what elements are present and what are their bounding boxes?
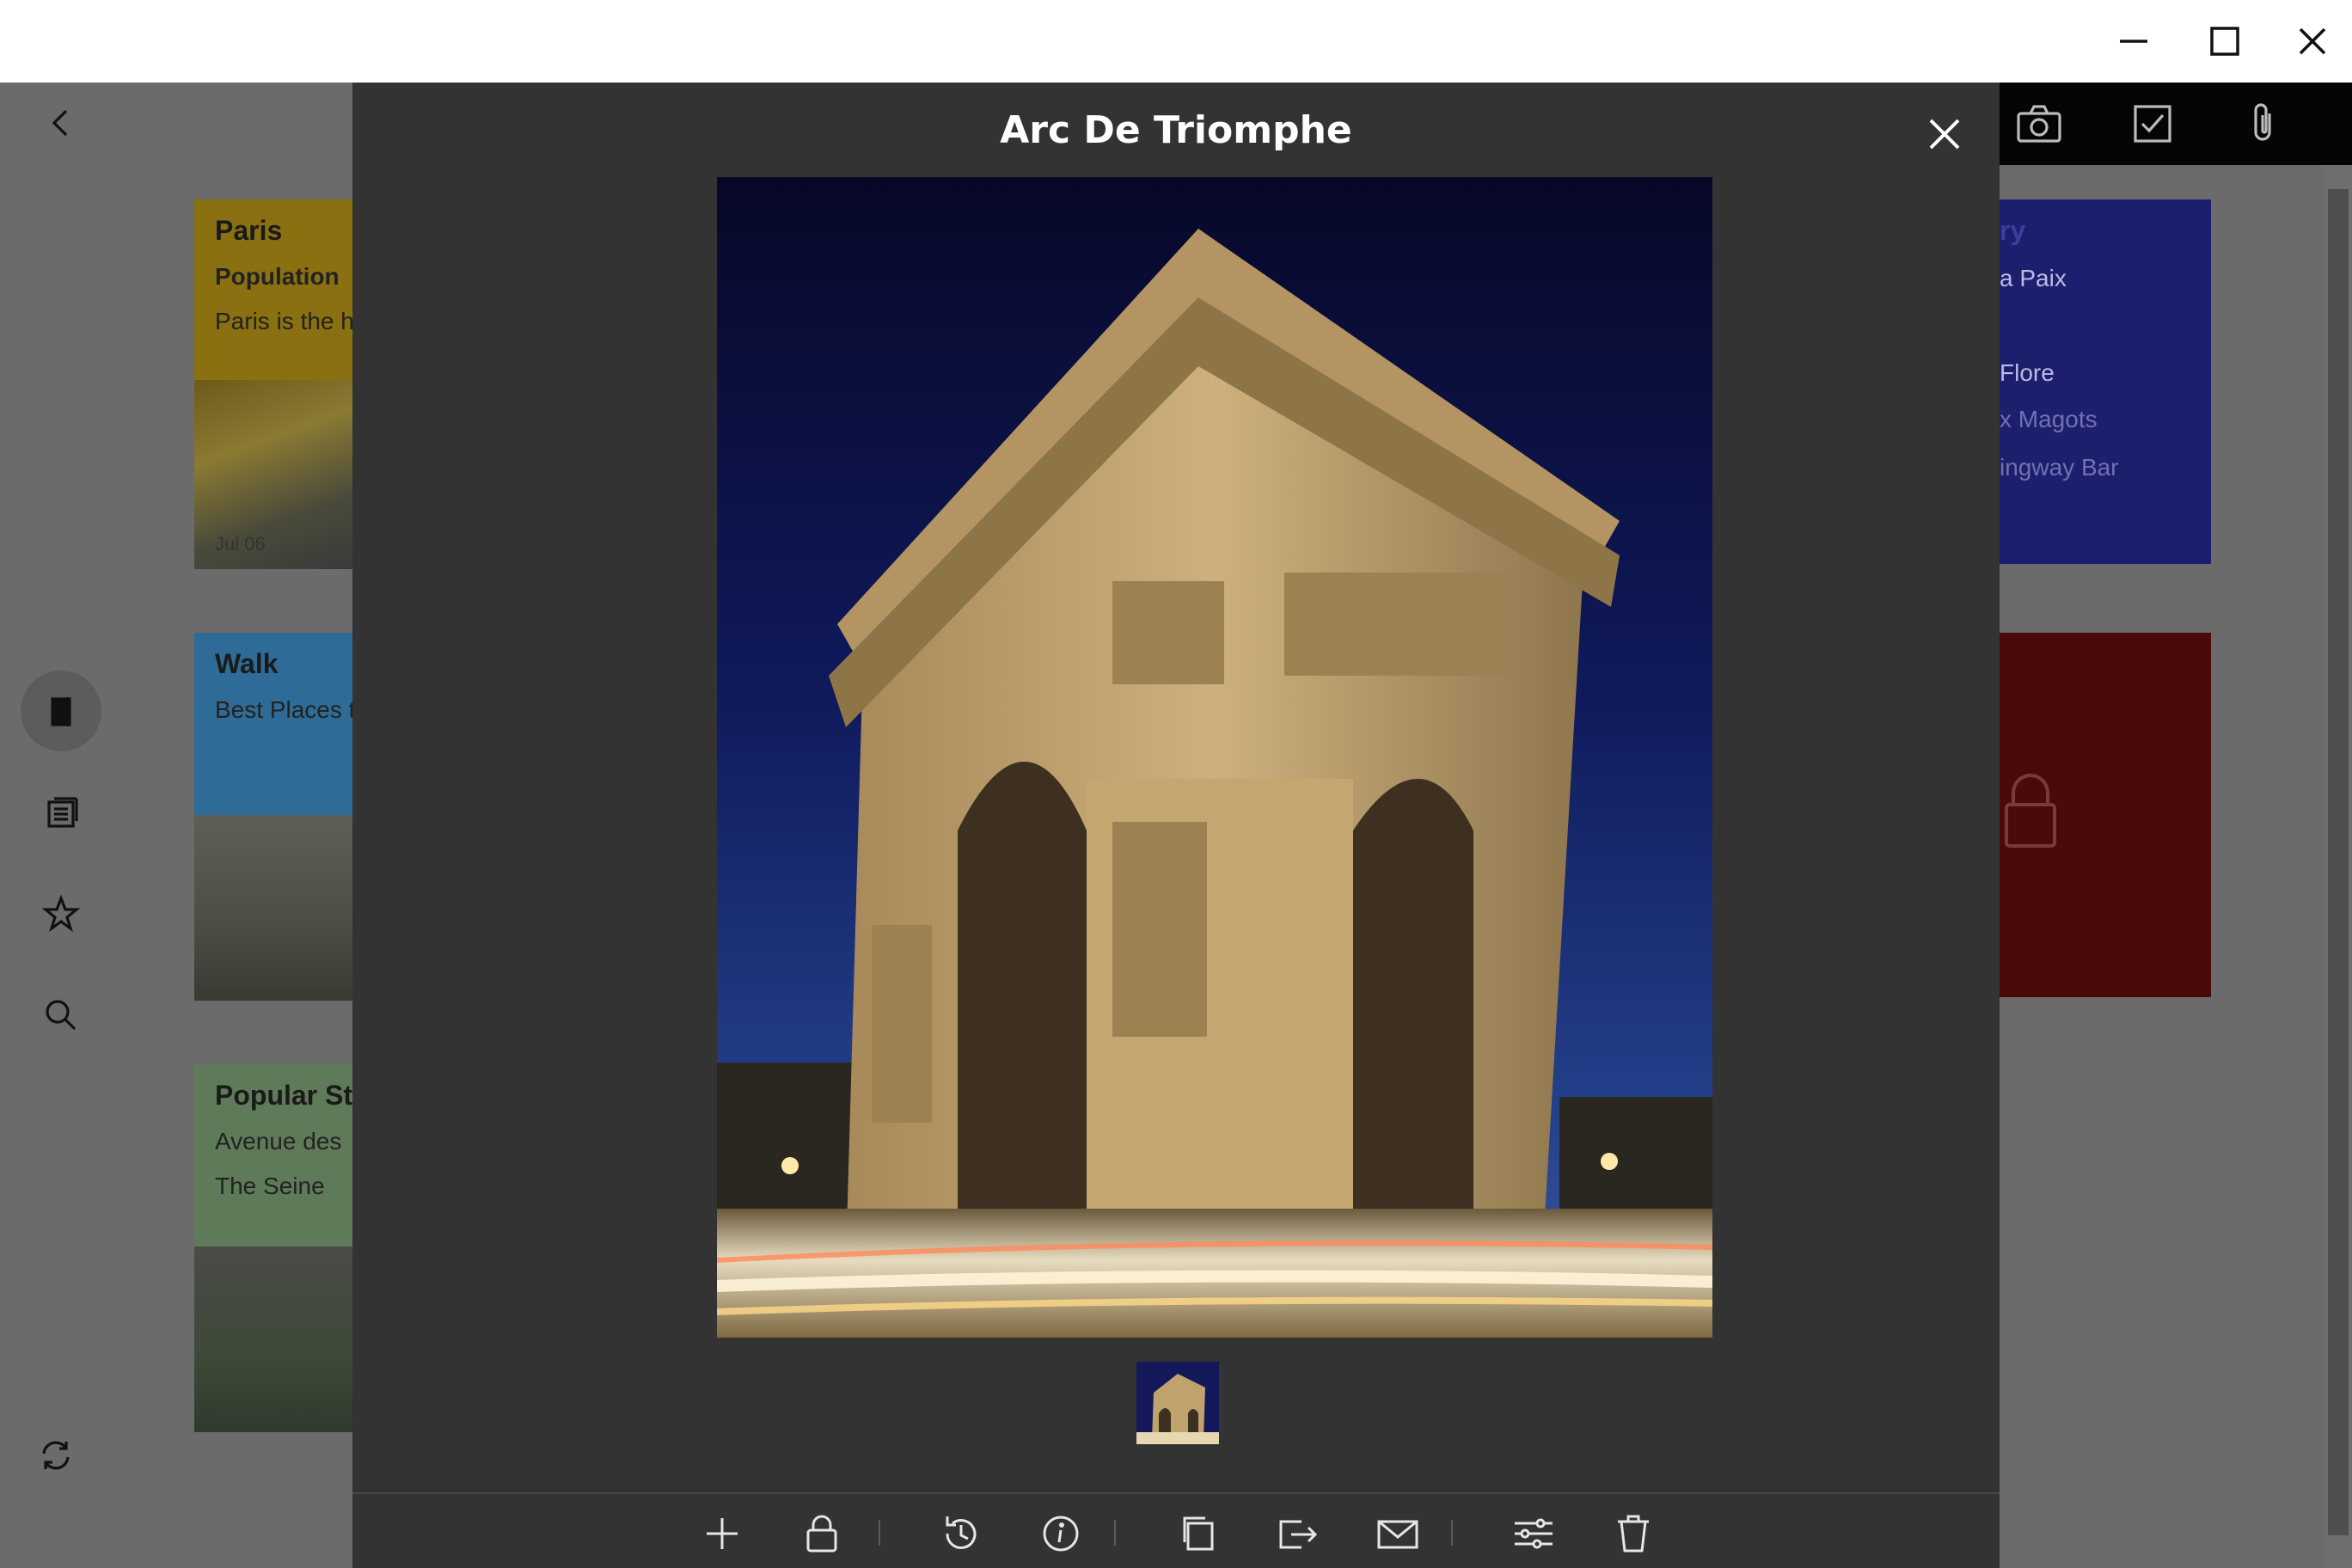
checklist-button[interactable] (2127, 100, 2178, 148)
email-button[interactable] (1372, 1510, 1424, 1558)
info-button[interactable] (1035, 1510, 1087, 1558)
note-card[interactable]: ry a Paix Flore x Magots ingway Bar (2000, 199, 2211, 564)
note-title: Walk (215, 648, 279, 679)
main-photo (717, 177, 1712, 1338)
adjust-button[interactable] (1508, 1510, 1559, 1558)
trash-icon (1618, 1515, 1649, 1553)
share-icon (1279, 1520, 1318, 1549)
note-title: Paris (215, 215, 283, 246)
note-line: Best Places t (215, 696, 352, 723)
note-toolbar (2000, 83, 2352, 165)
note-title: ry (2000, 215, 2026, 246)
lock-icon (806, 1515, 837, 1553)
note-date: Jul 06 (215, 533, 266, 554)
attachment-button[interactable] (2239, 100, 2290, 148)
back-button[interactable] (21, 83, 101, 163)
copy-icon (1183, 1516, 1214, 1551)
sync-icon (42, 1441, 70, 1470)
image-viewer-modal: Arc De Triomphe (352, 83, 2000, 1568)
note-line: x Magots (2000, 406, 2098, 432)
info-icon (1043, 1516, 1079, 1552)
add-icon (707, 1518, 738, 1549)
locked-note-card[interactable] (2000, 633, 2211, 997)
image-thumbnail[interactable] (1136, 1362, 1219, 1444)
scrollbar-thumb[interactable] (2328, 189, 2349, 1535)
close-icon (1929, 119, 1960, 150)
app-window: Paris Population Paris is the h Jul 06 W… (0, 0, 2352, 1568)
lock-icon (2005, 774, 2056, 848)
history-icon (946, 1516, 977, 1549)
copy-button[interactable] (1173, 1510, 1224, 1558)
note-line: a Paix (2000, 265, 2067, 291)
checklist-icon (2134, 105, 2171, 143)
note-image (194, 1246, 352, 1432)
note-card[interactable]: Walk Best Places t (194, 633, 352, 1001)
close-viewer-button[interactable] (1917, 107, 1972, 162)
note-line: ingway Bar (2000, 454, 2119, 481)
maximize-icon (2210, 27, 2239, 56)
back-icon (52, 109, 68, 137)
viewer-toolbar (352, 1492, 2000, 1568)
lock-icon-container (2000, 770, 2068, 856)
note-title: Popular St (215, 1080, 352, 1111)
camera-icon (2017, 105, 2061, 143)
note-line: Paris is the h (215, 308, 352, 334)
adjust-icon (1515, 1518, 1553, 1549)
delete-button[interactable] (1608, 1510, 1659, 1558)
toolbar-separator (1451, 1520, 1453, 1546)
search-icon (46, 1000, 77, 1031)
toolbar-separator (1114, 1520, 1116, 1546)
minimize-icon (2120, 40, 2147, 43)
notebook-icon (51, 697, 71, 726)
note-line: Population (215, 263, 340, 290)
close-icon (2299, 28, 2326, 55)
share-button[interactable] (1272, 1510, 1324, 1558)
viewer-title: Arc De Triomphe (1000, 108, 1352, 152)
note-line: Flore (2000, 359, 2055, 386)
notes-icon (47, 797, 78, 828)
camera-button[interactable] (2013, 100, 2065, 148)
note-line: Avenue des (215, 1128, 342, 1155)
note-line: The Seine (215, 1173, 325, 1199)
app-main: Paris Population Paris is the h Jul 06 W… (0, 83, 2352, 1568)
email-icon (1377, 1520, 1418, 1549)
title-bar (0, 0, 2352, 83)
attachment-icon (2254, 103, 2271, 141)
close-window-button[interactable] (2252, 0, 2352, 83)
note-image (194, 815, 352, 1001)
add-image-button[interactable] (696, 1510, 748, 1558)
notebooks-nav[interactable] (21, 671, 101, 751)
star-icon (42, 895, 80, 933)
search-nav[interactable] (21, 975, 101, 1056)
arc-de-triomphe-image (717, 177, 1712, 1338)
favorites-nav[interactable] (21, 873, 101, 954)
nav-rail (0, 83, 120, 1568)
toolbar-separator (879, 1520, 880, 1546)
note-card[interactable]: Paris Population Paris is the h Jul 06 (194, 199, 352, 569)
scrollbar[interactable] (2324, 165, 2352, 1568)
note-card[interactable]: Popular St Avenue des The Seine (194, 1064, 352, 1432)
thumbnail-image (1136, 1362, 1219, 1444)
notes-nav[interactable] (21, 772, 101, 853)
lock-button[interactable] (796, 1510, 848, 1558)
history-button[interactable] (935, 1510, 987, 1558)
sync-button[interactable] (15, 1415, 96, 1496)
